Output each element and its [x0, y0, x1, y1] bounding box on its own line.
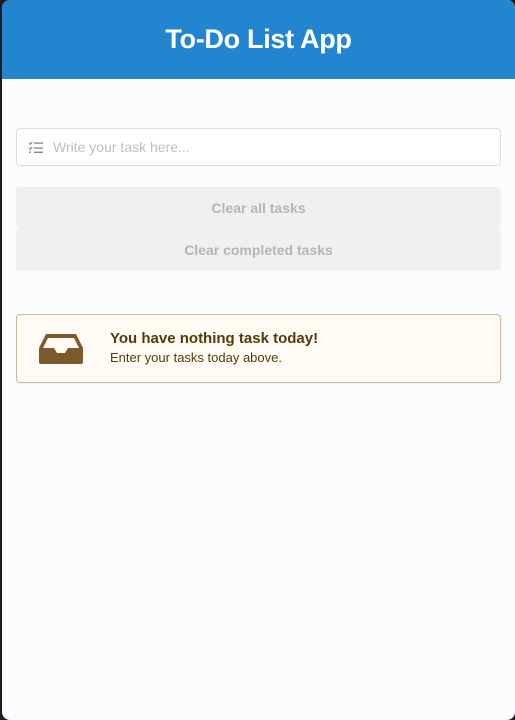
app-window: To-Do List App Clear all tasks Clear com… — [2, 0, 515, 720]
clear-all-tasks-button[interactable]: Clear all tasks — [16, 187, 501, 229]
task-input-wrapper[interactable] — [16, 128, 501, 166]
task-input[interactable] — [53, 129, 490, 165]
task-list-icon — [28, 140, 44, 154]
app-header: To-Do List App — [2, 0, 515, 79]
app-title: To-Do List App — [165, 24, 352, 54]
empty-message-headline: You have nothing task today! — [110, 330, 319, 347]
main-content: Clear all tasks Clear completed tasks Yo… — [2, 79, 515, 383]
empty-tasks-message: You have nothing task today! Enter your … — [16, 314, 501, 383]
empty-message-texts: You have nothing task today! Enter your … — [110, 330, 318, 367]
empty-message-subtext: Enter your tasks today above. — [110, 350, 282, 365]
inbox-icon — [37, 332, 85, 366]
clear-completed-tasks-button[interactable]: Clear completed tasks — [16, 229, 501, 271]
